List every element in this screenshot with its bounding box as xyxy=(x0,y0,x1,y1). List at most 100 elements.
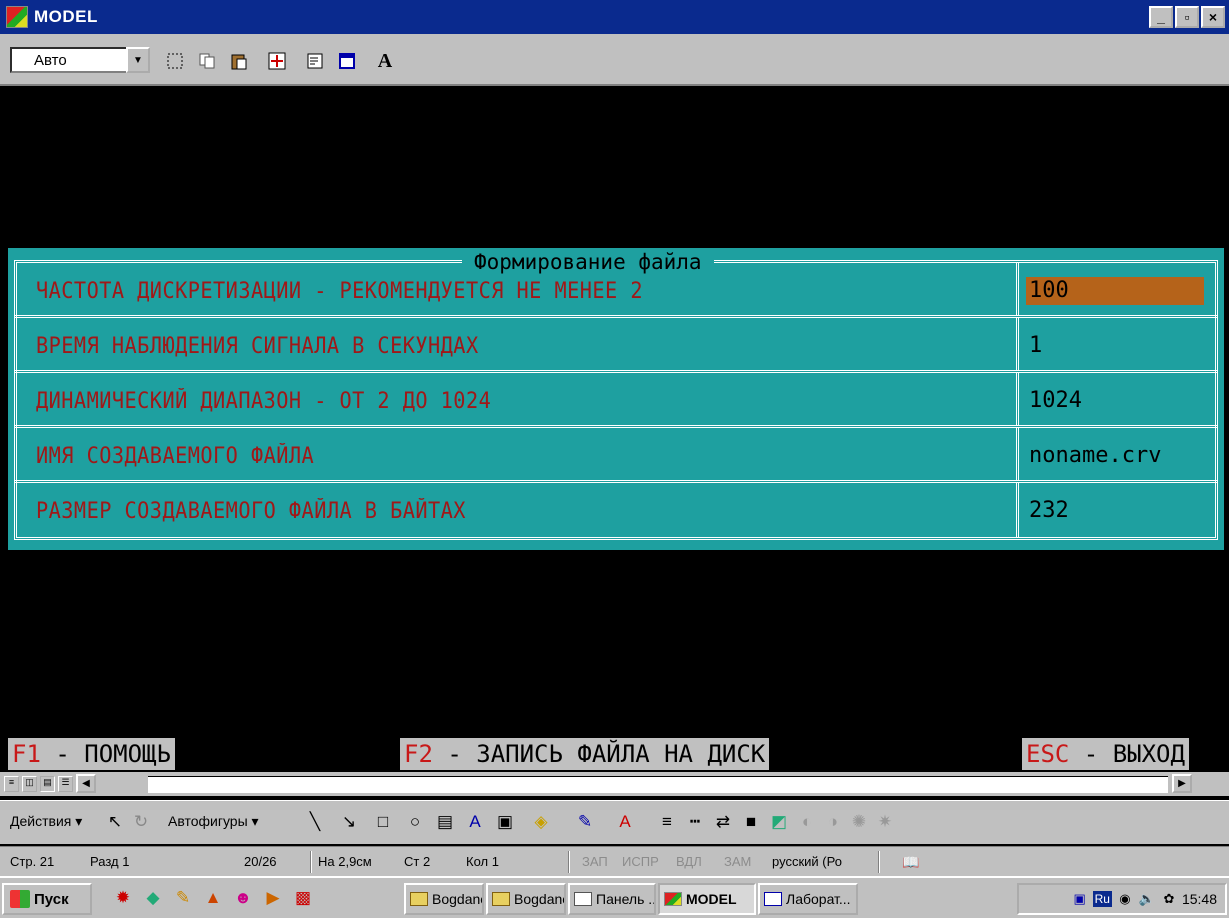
task-button[interactable]: Bogdanov xyxy=(486,883,566,915)
form-row[interactable]: ДИНАМИЧЕСКИЙ ДИАПАЗОН - ОТ 2 ДО 1024 102… xyxy=(14,373,1218,428)
window-title-bar[interactable]: MODEL _ ▫ × xyxy=(0,0,1229,34)
windows-logo-icon xyxy=(10,890,30,908)
line-style-icon[interactable]: ≡ xyxy=(656,811,678,833)
line-icon[interactable]: ╲ xyxy=(304,811,326,833)
wordart-icon[interactable]: A xyxy=(464,811,486,833)
page-view-icon[interactable]: ▤ xyxy=(40,776,55,792)
quicklaunch-app-icon[interactable]: ▲ xyxy=(202,887,224,909)
folder-icon xyxy=(492,892,510,906)
font-color-icon[interactable]: A xyxy=(614,811,636,833)
mark-icon[interactable] xyxy=(160,46,190,76)
lighting-icon[interactable]: ✺ xyxy=(848,811,870,833)
background-icon[interactable] xyxy=(332,46,362,76)
dos-window-toolbar: Авто ▼ A xyxy=(0,34,1229,86)
fullscreen-icon[interactable] xyxy=(262,46,292,76)
status-language[interactable]: русский (Ро xyxy=(772,851,842,873)
task-label: Bogdanov xyxy=(432,891,482,907)
dialog-title: Формирование файла xyxy=(462,250,714,274)
outline-view-icon[interactable]: ☰ xyxy=(58,776,73,792)
status-track-changes[interactable]: ИСПР xyxy=(622,851,659,873)
tray-app-icon[interactable]: ✿ xyxy=(1160,890,1178,908)
exit-key[interactable]: ESC - ВЫХОД xyxy=(1022,738,1189,770)
sampling-rate-field[interactable]: 100 xyxy=(1026,277,1204,305)
tray-app-icon[interactable]: ◉ xyxy=(1116,890,1134,908)
status-rec[interactable]: ЗАП xyxy=(582,851,608,873)
form-row[interactable]: ИМЯ СОЗДАВАЕМОГО ФАЙЛА noname.crv xyxy=(14,428,1218,483)
font-button[interactable]: A xyxy=(370,46,400,76)
language-indicator[interactable]: Ru xyxy=(1092,891,1112,907)
drawing-toolbar: Действия ▾ ↖ ↻ Автофигуры ▾ ╲ ↘ □ ○ ▤ A … xyxy=(0,800,1229,844)
web-view-icon[interactable]: ◫ xyxy=(22,776,37,792)
task-button[interactable]: Панель ... xyxy=(568,883,656,915)
quicklaunch-app-icon[interactable]: ☻ xyxy=(232,887,254,909)
font-size-select[interactable]: Авто ▼ xyxy=(10,47,150,73)
file-name-label: ИМЯ СОЗДАВАЕМОГО ФАЙЛА xyxy=(36,444,315,469)
line-color-icon[interactable]: ✎ xyxy=(574,811,596,833)
status-column: Кол 1 xyxy=(466,854,499,869)
clipart-icon[interactable]: ▣ xyxy=(494,811,516,833)
quicklaunch-app-icon[interactable]: ▩ xyxy=(292,887,314,909)
task-button[interactable]: Лаборат... xyxy=(758,883,858,915)
surface-icon[interactable]: ✷ xyxy=(874,811,896,833)
oval-icon[interactable]: ○ xyxy=(404,811,426,833)
form-row[interactable]: ВРЕМЯ НАБЛЮДЕНИЯ СИГНАЛА В СЕКУНДАХ 1 xyxy=(14,318,1218,373)
quicklaunch-play-icon[interactable]: ▶ xyxy=(262,887,284,909)
status-extend[interactable]: ВДЛ xyxy=(676,851,702,873)
properties-icon[interactable] xyxy=(300,46,330,76)
volume-icon[interactable]: 🔈 xyxy=(1138,890,1156,908)
form-row[interactable]: РАЗМЕР СОЗДАВАЕМОГО ФАЙЛА В БАЙТАХ 232 xyxy=(14,483,1218,538)
file-name-field[interactable]: noname.crv xyxy=(1026,442,1204,470)
font-size-value: Авто xyxy=(34,52,67,69)
scroll-track[interactable] xyxy=(148,776,1168,793)
autoshapes-menu[interactable]: Автофигуры ▾ xyxy=(168,813,259,830)
start-label: Пуск xyxy=(34,890,69,908)
textbox-icon[interactable]: ▤ xyxy=(434,811,456,833)
horizontal-scrollbar[interactable]: ≡ ◫ ▤ ☰ ◀ ▶ xyxy=(0,772,1229,796)
fill-color-icon[interactable]: ◈ xyxy=(530,811,552,833)
network-icon[interactable]: ▣ xyxy=(1071,890,1089,908)
scroll-right-icon[interactable]: ▶ xyxy=(1172,774,1192,793)
dialog-frame: ЧАСТОТА ДИСКРЕТИЗАЦИИ - РЕКОМЕНДУЕТСЯ НЕ… xyxy=(14,260,1218,540)
dash-style-icon[interactable]: ┅ xyxy=(684,811,706,833)
chevron-down-icon[interactable]: ▼ xyxy=(126,47,150,73)
spelling-status-icon[interactable]: 📖 xyxy=(900,851,922,873)
3d-icon[interactable]: ◩ xyxy=(768,811,790,833)
start-button[interactable]: Пуск xyxy=(2,883,92,915)
quicklaunch-app-icon[interactable]: ✹ xyxy=(112,887,134,909)
control-panel-icon xyxy=(574,892,592,906)
status-overwrite[interactable]: ЗАМ xyxy=(724,851,751,873)
normal-view-icon[interactable]: ≡ xyxy=(4,776,19,792)
maximize-button[interactable]: ▫ xyxy=(1175,6,1199,28)
rectangle-icon[interactable]: □ xyxy=(372,811,394,833)
task-button[interactable]: MODEL xyxy=(658,883,756,915)
task-label: Лаборат... xyxy=(786,891,851,907)
free-rotate-icon[interactable]: ↻ xyxy=(130,811,152,833)
quicklaunch-app-icon[interactable]: ◆ xyxy=(142,887,164,909)
app-icon[interactable] xyxy=(6,6,28,28)
observation-time-field[interactable]: 1 xyxy=(1026,332,1204,360)
folder-icon xyxy=(410,892,428,906)
close-button[interactable]: × xyxy=(1201,6,1225,28)
file-size-field[interactable]: 232 xyxy=(1026,497,1204,525)
shadow-icon[interactable]: ■ xyxy=(740,811,762,833)
observation-time-label: ВРЕМЯ НАБЛЮДЕНИЯ СИГНАЛА В СЕКУНДАХ xyxy=(36,334,479,359)
task-button[interactable]: Bogdanov xyxy=(404,883,484,915)
arrow-style-icon[interactable]: ⇄ xyxy=(712,811,734,833)
paste-icon[interactable] xyxy=(224,46,254,76)
scroll-left-icon[interactable]: ◀ xyxy=(76,774,96,793)
minimize-button[interactable]: _ xyxy=(1149,6,1173,28)
status-bar: Стр. 21 Разд 1 20/26 На 2,9см Ст 2 Кол 1… xyxy=(0,846,1229,876)
help-key[interactable]: F1 - ПОМОЩЬ xyxy=(8,738,175,770)
sampling-rate-label: ЧАСТОТА ДИСКРЕТИЗАЦИИ - РЕКОМЕНДУЕТСЯ НЕ… xyxy=(36,279,643,304)
save-file-key[interactable]: F2 - ЗАПИСЬ ФАЙЛА НА ДИСК xyxy=(400,738,770,770)
status-section: Разд 1 xyxy=(90,854,130,869)
3d-rotate-icon[interactable]: ◑ xyxy=(822,811,844,833)
status-position: На 2,9см xyxy=(318,854,372,869)
select-arrow-icon[interactable]: ↖ xyxy=(104,811,126,833)
arrow-icon[interactable]: ↘ xyxy=(338,811,360,833)
actions-menu[interactable]: Действия ▾ xyxy=(10,813,82,830)
copy-icon[interactable] xyxy=(192,46,222,76)
3d-tilt-icon[interactable]: ◐ xyxy=(796,811,818,833)
dynamic-range-field[interactable]: 1024 xyxy=(1026,387,1204,415)
quicklaunch-app-icon[interactable]: ✎ xyxy=(172,887,194,909)
